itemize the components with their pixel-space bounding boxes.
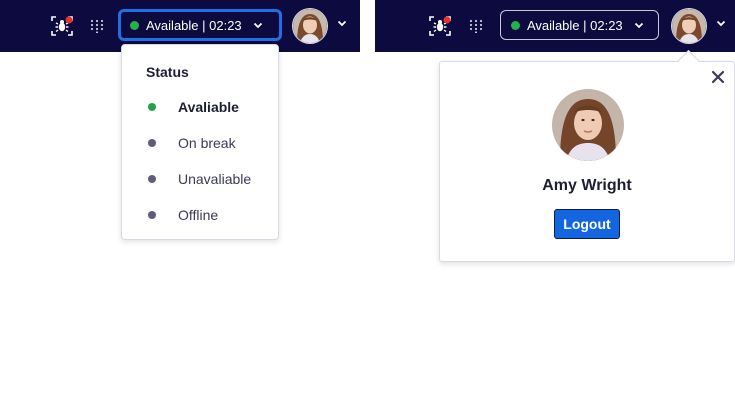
status-option-unavailable[interactable]: Unavaliable	[122, 165, 278, 193]
status-option-label: On break	[178, 135, 236, 151]
right-panel: Available | 02:23 Amy Wright Logout	[375, 0, 735, 400]
status-option-on-break[interactable]: On break	[122, 129, 278, 157]
dial-pad-icon	[469, 19, 483, 33]
logout-button[interactable]: Logout	[554, 209, 620, 239]
status-option-label: Offline	[178, 207, 219, 223]
status-text: Available | 02:23	[527, 17, 623, 33]
left-panel: Available | 02:23 Status Avaliable On br…	[0, 0, 360, 400]
close-icon[interactable]	[710, 69, 726, 85]
status-option-label: Avaliable	[178, 99, 239, 115]
user-avatar	[672, 9, 706, 43]
avatar-chevron-down-icon[interactable]	[337, 20, 347, 27]
bug-with-alert-icon	[429, 16, 451, 36]
top-bar: Available | 02:23	[375, 0, 735, 52]
profile-avatar	[552, 89, 624, 161]
bug-with-alert-icon	[51, 16, 73, 36]
avatar-chevron-down-icon[interactable]	[716, 20, 726, 27]
status-dropdown-menu: Status Avaliable On break Unavaliable Of…	[121, 44, 279, 240]
status-option-label: Unavaliable	[178, 171, 252, 187]
chevron-down-icon	[253, 22, 262, 28]
dial-pad-button[interactable]	[87, 16, 107, 36]
status-text: Available | 02:23	[146, 17, 242, 33]
user-name: Amy Wright	[542, 177, 632, 194]
status-option-available[interactable]: Avaliable	[122, 93, 278, 121]
available-status-dot	[130, 20, 139, 30]
dial-pad-button[interactable]	[466, 16, 486, 36]
status-selector[interactable]: Available | 02:23	[118, 9, 282, 41]
chevron-down-icon	[634, 22, 643, 28]
avatar-button[interactable]	[671, 8, 707, 44]
available-status-dot	[511, 20, 520, 30]
bug-report-button[interactable]	[49, 13, 75, 39]
status-selector[interactable]: Available | 02:23	[500, 10, 659, 40]
bug-report-button[interactable]	[427, 13, 453, 39]
avatar-button[interactable]	[292, 8, 328, 44]
status-dot	[148, 103, 156, 111]
status-menu-title: Status	[146, 64, 189, 80]
status-dot	[148, 139, 156, 147]
user-avatar	[552, 89, 624, 161]
profile-popover: Amy Wright Logout	[439, 61, 735, 262]
status-dot	[148, 211, 156, 219]
status-dot	[148, 175, 156, 183]
dial-pad-icon	[90, 19, 104, 33]
status-option-offline[interactable]: Offline	[122, 201, 278, 229]
user-avatar	[293, 9, 327, 43]
